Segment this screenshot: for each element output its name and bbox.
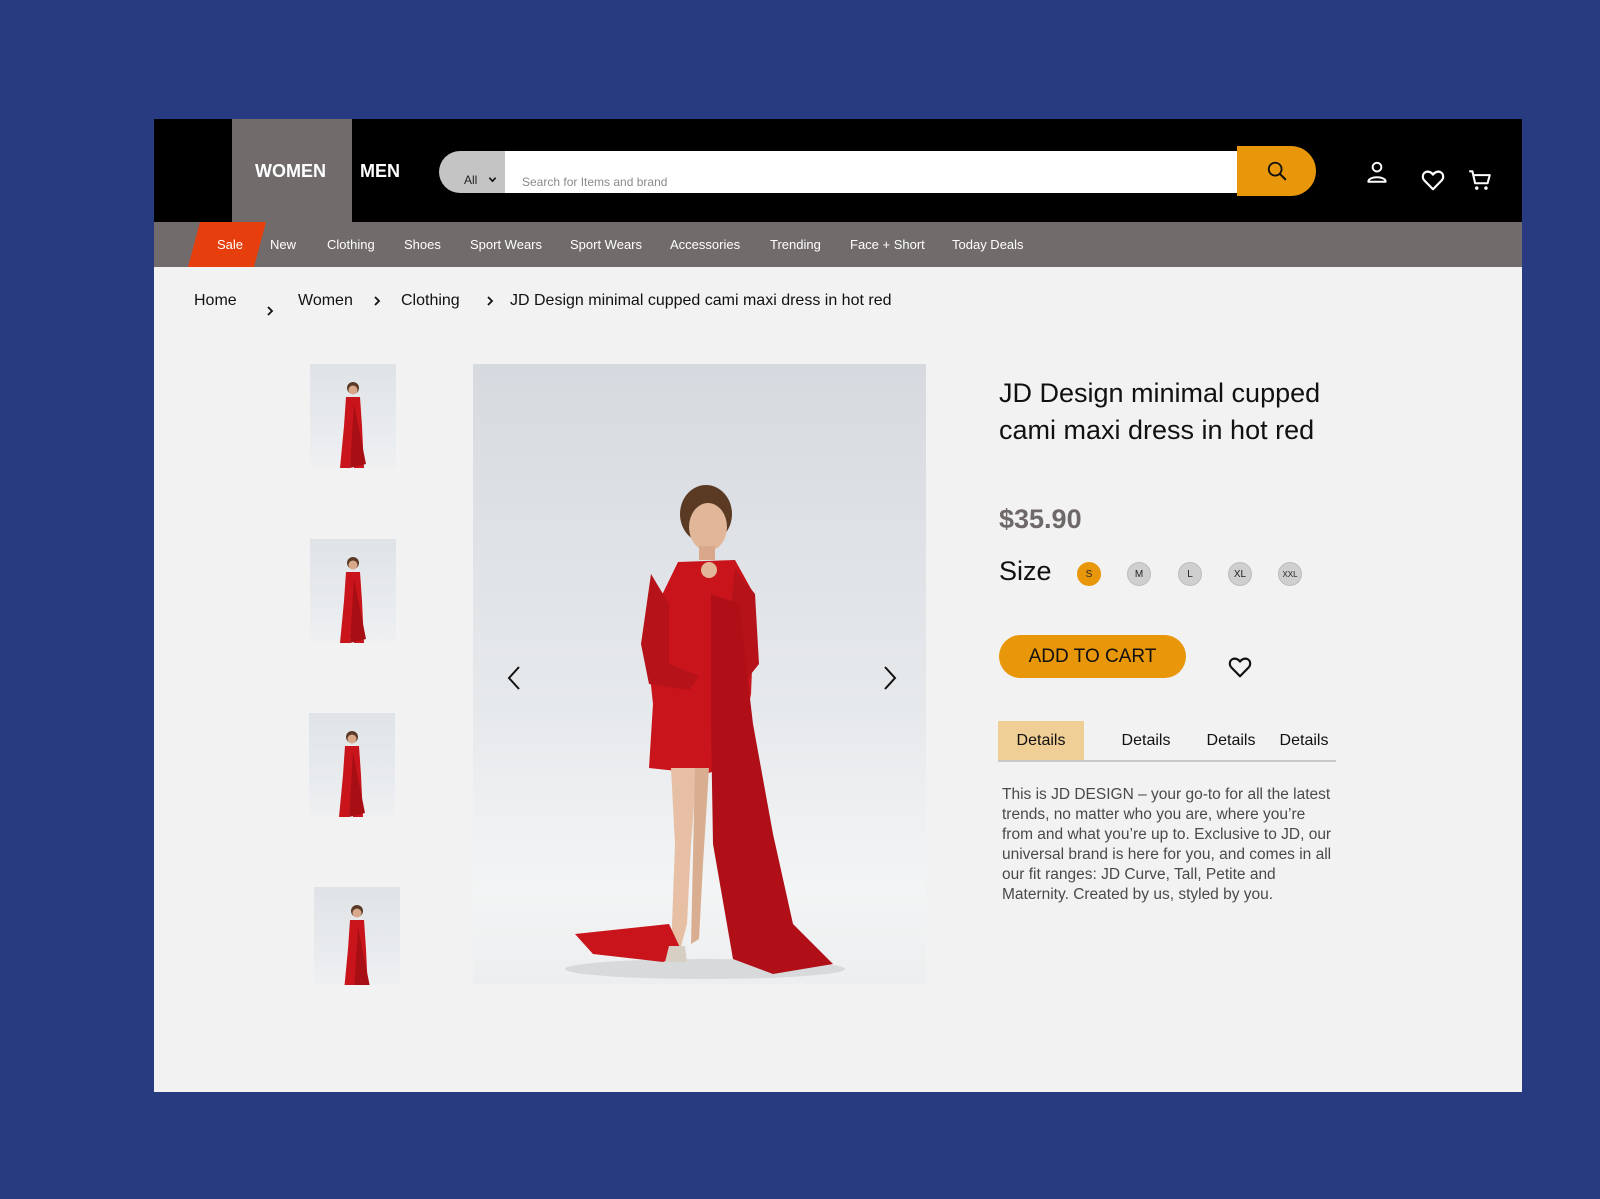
chevron-right-icon: [487, 296, 494, 306]
chevron-down-icon: [488, 177, 497, 183]
thumbnail-4[interactable]: [314, 887, 400, 985]
size-option-m[interactable]: M: [1127, 562, 1151, 586]
nav-item-accessories[interactable]: Accessories: [670, 237, 740, 252]
breadcrumb-current: JD Design minimal cupped cami maxi dress…: [510, 292, 892, 309]
arrow-right-icon[interactable]: [877, 664, 901, 692]
arrow-left-icon[interactable]: [503, 664, 527, 692]
thumbnail-2[interactable]: [310, 539, 396, 643]
tab-details-1[interactable]: Details: [998, 721, 1084, 760]
product-title: JD Design minimal cupped cami maxi dress…: [999, 378, 1321, 445]
nav-item-sport-wears[interactable]: Sport Wears: [470, 237, 542, 252]
heart-icon[interactable]: [1227, 654, 1253, 680]
tab-women[interactable]: WOMEN: [232, 119, 352, 222]
search-input[interactable]: [505, 151, 1237, 193]
breadcrumb-women[interactable]: Women: [298, 292, 353, 310]
thumbnail-image: [339, 731, 365, 817]
nav-item-trending[interactable]: Trending: [770, 237, 821, 252]
chevron-right-icon: [267, 306, 274, 316]
main-product-image: [473, 364, 926, 984]
nav-item-face-short[interactable]: Face + Short: [850, 237, 925, 252]
cart-icon[interactable]: [1467, 167, 1493, 193]
search-category-select[interactable]: All: [439, 151, 505, 193]
breadcrumb-clothing[interactable]: Clothing: [401, 292, 460, 310]
product-description: This is JD DESIGN – your go-to for all t…: [1002, 786, 1332, 903]
add-to-cart-button[interactable]: ADD TO CART: [999, 635, 1186, 678]
details-tabs: Details Details Details Details: [998, 721, 1336, 762]
tab-details-4[interactable]: Details: [1272, 721, 1336, 760]
nav-item-sale[interactable]: Sale: [217, 237, 243, 252]
nav-item-shoes[interactable]: Shoes: [404, 237, 441, 252]
search-category-label: All: [464, 173, 478, 187]
breadcrumb-home[interactable]: Home: [194, 292, 237, 310]
category-nav: Sale New Clothing Shoes Sport Wears Spor…: [154, 222, 1522, 267]
size-label: Size: [999, 556, 1052, 586]
size-option-l[interactable]: L: [1178, 562, 1202, 586]
tab-details-2[interactable]: Details: [1103, 721, 1189, 760]
nav-item-today-deals[interactable]: Today Deals: [952, 237, 1024, 252]
thumbnail-1[interactable]: [310, 364, 396, 468]
tab-details-3[interactable]: Details: [1188, 721, 1274, 760]
product-price: $35.90: [999, 504, 1082, 534]
nav-item-sport-wears-2[interactable]: Sport Wears: [570, 237, 642, 252]
nav-item-clothing[interactable]: Clothing: [327, 237, 375, 252]
thumbnail-image: [340, 557, 366, 643]
product-page: WOMEN MEN All Search for Items and brand…: [154, 119, 1522, 1092]
tab-men[interactable]: MEN: [352, 119, 432, 222]
size-option-xxl[interactable]: XXL: [1278, 562, 1302, 586]
size-option-s[interactable]: S: [1077, 562, 1101, 586]
thumbnail-image: [340, 382, 366, 468]
thumbnail-image: [344, 905, 370, 985]
heart-icon[interactable]: [1420, 167, 1446, 193]
user-icon[interactable]: [1364, 159, 1390, 185]
search-icon: [1267, 161, 1286, 181]
chevron-right-icon: [374, 296, 381, 306]
top-bar: WOMEN MEN All: [154, 119, 1522, 222]
nav-item-new[interactable]: New: [270, 237, 296, 252]
tab-women-label: WOMEN: [255, 161, 326, 181]
size-option-xl[interactable]: XL: [1228, 562, 1252, 586]
model-illustration: [565, 485, 845, 979]
search-bar: All: [439, 146, 1320, 196]
tab-men-label: MEN: [360, 161, 400, 181]
search-button[interactable]: [1237, 146, 1316, 196]
thumbnail-3[interactable]: [309, 713, 395, 817]
